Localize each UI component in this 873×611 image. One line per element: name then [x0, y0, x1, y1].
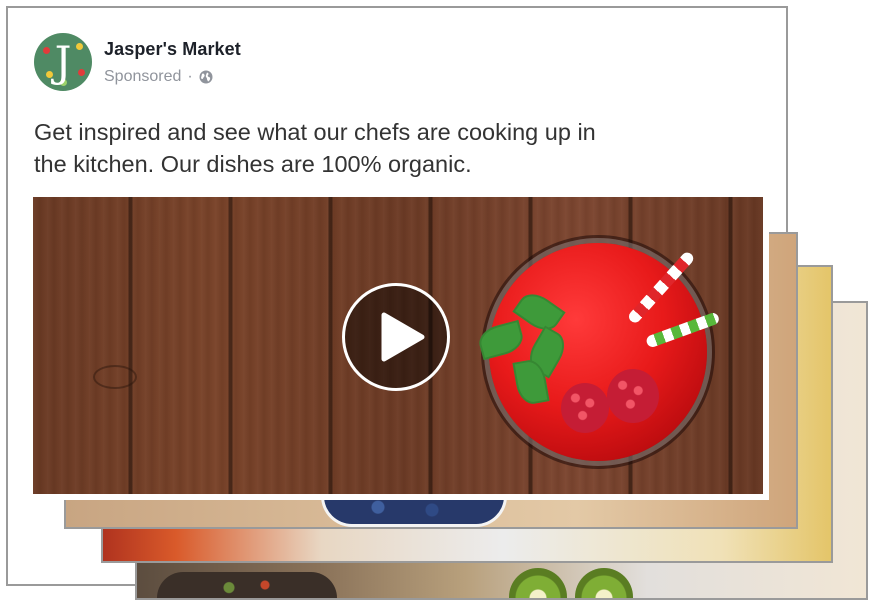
meta-separator: ·	[187, 67, 193, 85]
video-player[interactable]	[33, 197, 769, 500]
blueberry-bowl	[321, 496, 507, 527]
food-plate	[157, 572, 337, 598]
page-avatar[interactable]: J	[34, 33, 92, 91]
play-icon	[381, 312, 425, 362]
sponsored-label[interactable]: Sponsored	[104, 68, 181, 86]
raspberry	[607, 369, 659, 423]
wood-knot	[93, 365, 137, 389]
post-meta: Sponsored ·	[104, 68, 241, 86]
kiwi-slice	[509, 568, 567, 598]
post-text: Get inspired and see what our chefs are …	[34, 119, 596, 177]
play-button[interactable]	[342, 283, 450, 391]
kiwi-slice	[575, 568, 633, 598]
page-name[interactable]: Jasper's Market	[104, 39, 241, 60]
globe-icon	[199, 70, 213, 84]
avatar-letter: J	[54, 37, 72, 86]
ad-preview: J Jasper's Market Sponsored · Get inspir…	[0, 0, 873, 611]
post-header: J Jasper's Market Sponsored ·	[34, 33, 241, 91]
raspberry	[561, 383, 609, 433]
